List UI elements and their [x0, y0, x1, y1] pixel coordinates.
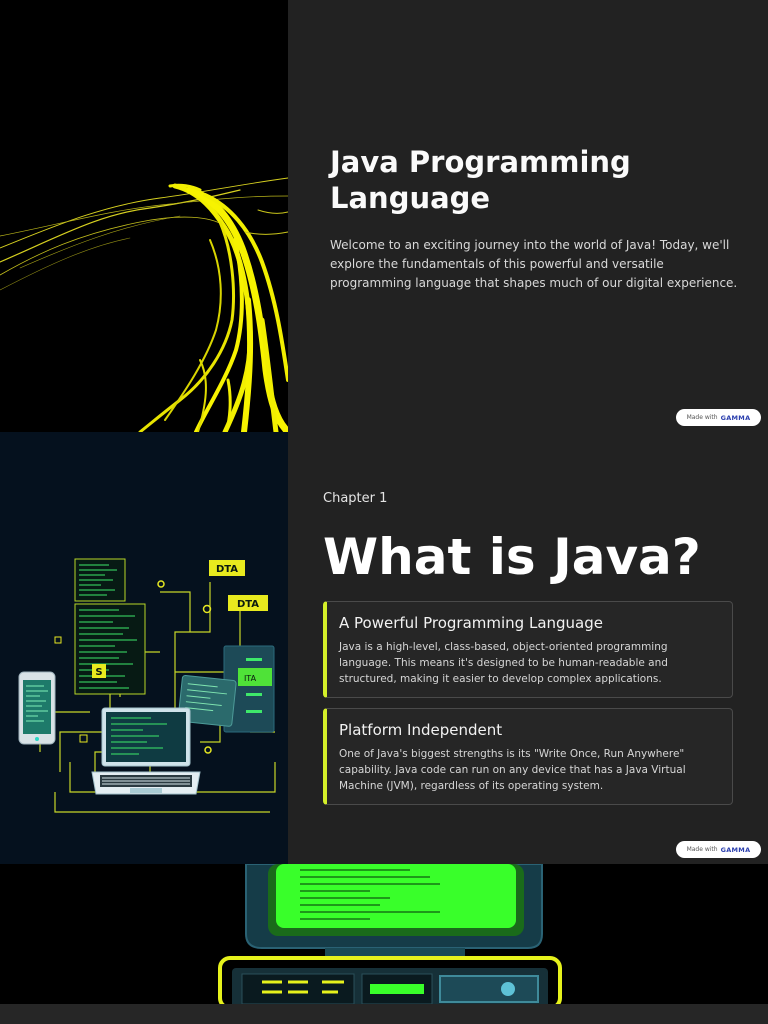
gamma-logo: GAMMA: [720, 845, 751, 854]
ita-label: ITA: [244, 674, 257, 683]
slide1-content: Java Programming Language Welcome to an …: [288, 0, 768, 432]
made-with-gamma-badge[interactable]: Made with GAMMA: [676, 841, 761, 858]
s-label: S: [95, 667, 102, 678]
badge-prefix: Made with: [686, 846, 718, 853]
slide2-content: Chapter 1 What is Java? A Powerful Progr…: [288, 432, 768, 864]
badge-prefix: Made with: [686, 414, 718, 421]
dta-label-1: DTA: [216, 564, 238, 575]
card-title: A Powerful Programming Language: [339, 614, 603, 632]
info-card: Platform Independent One of Java's bigge…: [323, 708, 733, 805]
gamma-logo: GAMMA: [720, 413, 751, 422]
river-illustration: [0, 0, 288, 432]
dta-label-2: DTA: [237, 599, 259, 610]
retro-terminal-illustration: [218, 864, 562, 1004]
slide-what-is-java: DTA DTA S ITA Chapter 1 What is Java? A …: [0, 432, 768, 864]
made-with-gamma-badge[interactable]: Made with GAMMA: [676, 409, 761, 426]
slide-title: Java Programming Language: [330, 145, 631, 215]
card-text: Java is a high-level, class-based, objec…: [339, 641, 668, 685]
card-title: Platform Independent: [339, 721, 503, 739]
bottom-strip: [0, 1004, 768, 1024]
devices-network-illustration: DTA DTA S ITA: [0, 432, 288, 864]
card-text: One of Java's biggest strengths is its "…: [339, 748, 686, 792]
slide-java-intro: Java Programming Language Welcome to an …: [0, 0, 768, 432]
chapter-label: Chapter 1: [323, 491, 388, 506]
slide-intro-text: Welcome to an exciting journey into the …: [330, 238, 738, 290]
info-card: A Powerful Programming Language Java is …: [323, 601, 733, 698]
slide-title: What is Java?: [323, 528, 701, 586]
slide-terminal-partial: [0, 864, 768, 1004]
